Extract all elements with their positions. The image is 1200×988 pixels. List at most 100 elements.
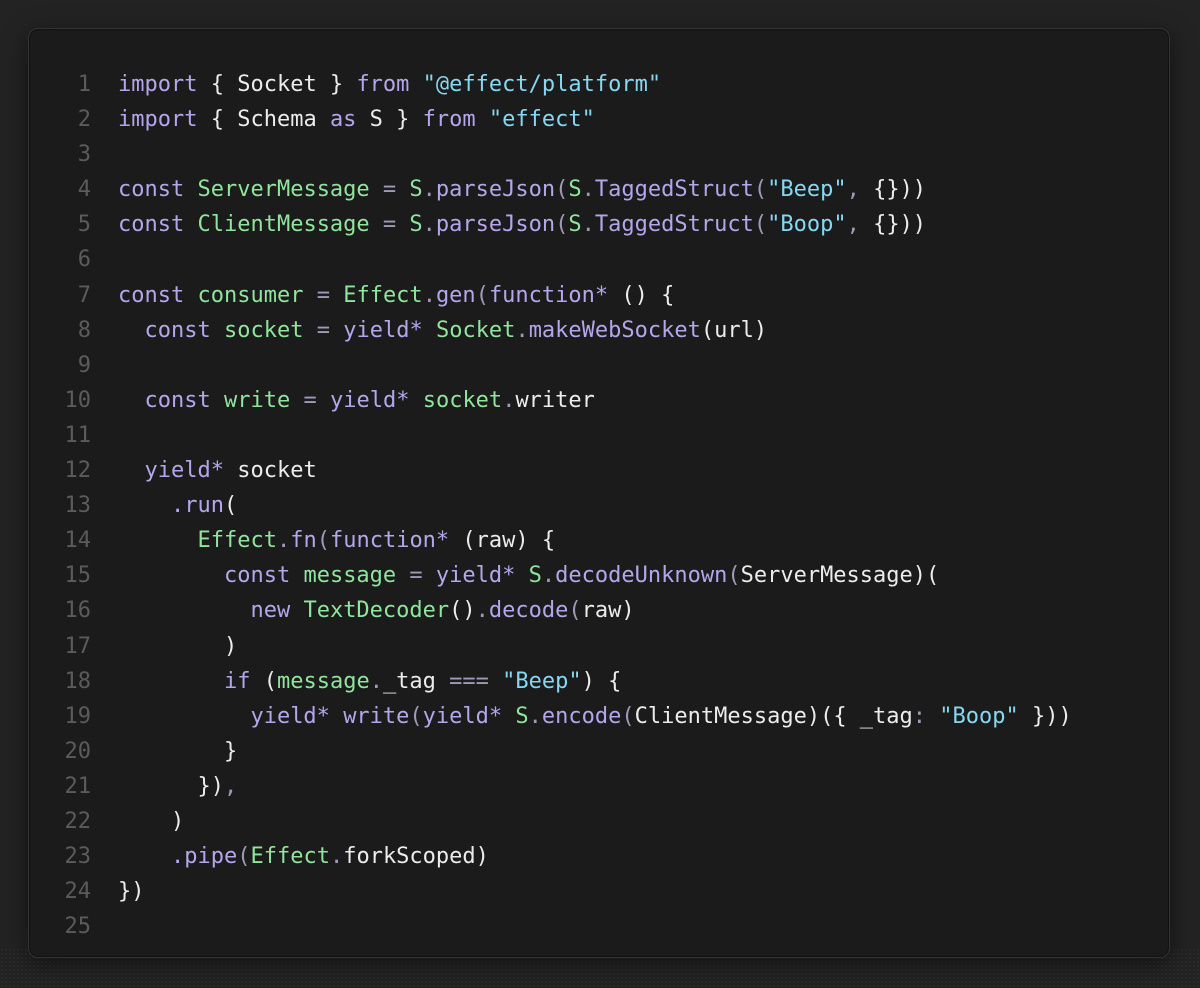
code-token: { Schema — [197, 107, 330, 133]
code-line[interactable]: 10 const write = yield* socket.writer — [29, 383, 1169, 418]
code-line[interactable]: 23 .pipe(Effect.forkScoped) — [29, 839, 1169, 874]
code-line[interactable]: 2 import { Schema as S } from "effect" — [29, 102, 1169, 137]
code-token: ) — [118, 808, 185, 834]
code-line[interactable]: 22 ) — [29, 804, 1169, 839]
code-line[interactable]: 8 const socket = yield* Socket.makeWebSo… — [29, 313, 1169, 348]
line-number: 13 — [64, 493, 92, 519]
code-token: , — [223, 773, 238, 799]
code-line[interactable]: 6 — [29, 242, 1169, 277]
code-line[interactable]: 21 }), — [29, 769, 1169, 804]
code-token: ( — [250, 668, 277, 694]
line-content: new TextDecoder().decode(raw) — [118, 593, 634, 628]
code-token: {})) — [859, 177, 927, 203]
code-line[interactable]: 11 — [29, 418, 1169, 453]
code-token: ( — [475, 282, 489, 308]
code-token: "effect" — [488, 107, 595, 133]
code-token: import — [118, 72, 198, 97]
code-token: = — [303, 387, 317, 413]
code-token: write — [343, 703, 410, 729]
line-number: 4 — [77, 177, 91, 203]
code-line[interactable]: 15 const message = yield* S.decodeUnknow… — [29, 558, 1169, 593]
line-content: const ServerMessage = S.parseJson(S.Tagg… — [118, 172, 926, 207]
code-token: Socket — [435, 317, 516, 343]
line-content: const consumer = Effect.gen(function* ()… — [118, 278, 674, 313]
line-number: 23 — [64, 844, 92, 870]
code-token: = — [316, 317, 330, 343]
code-area[interactable]: 1 import { Socket } from "@effect/platfor… — [29, 67, 1169, 944]
code-line[interactable]: 13 .run( — [29, 488, 1169, 523]
code-line[interactable]: 18 if (message._tag === "Beep") { — [29, 664, 1169, 699]
code-token: as — [329, 107, 357, 133]
line-number: 24 — [64, 879, 92, 905]
code-token: . — [515, 317, 529, 343]
line-content: import { Socket } from "@effect/platform… — [118, 67, 661, 102]
code-line[interactable]: 7 const consumer = Effect.gen(function* (… — [29, 278, 1169, 313]
code-token: { Socket } — [197, 72, 357, 97]
code-line[interactable]: 12 yield* socket — [29, 453, 1169, 488]
code-line[interactable]: 5 const ClientMessage = S.parseJson(S.Tag… — [29, 207, 1169, 242]
line-number: 17 — [64, 633, 92, 659]
code-token: ( — [409, 703, 423, 729]
code-token: function* — [488, 282, 609, 308]
code-line[interactable]: 4 const ServerMessage = S.parseJson(S.Tag… — [29, 172, 1169, 207]
code-line[interactable]: 25 — [29, 909, 1169, 944]
code-token: forkScoped) — [343, 844, 489, 870]
code-token: . — [369, 668, 383, 694]
code-token: , — [846, 177, 860, 203]
code-line[interactable]: 1 import { Socket } from "@effect/platfor… — [29, 67, 1169, 102]
line-number: 21 — [64, 773, 92, 799]
code-token: ) — [118, 633, 238, 659]
line-number: 10 — [64, 387, 92, 413]
code-token: TaggedStruct — [594, 212, 754, 238]
line-content: ) — [118, 629, 237, 664]
code-token: . — [276, 528, 291, 554]
code-token: .pipe — [170, 844, 238, 870]
line-content: } — [118, 734, 237, 769]
code-token: () — [449, 598, 476, 624]
code-line[interactable]: 3 — [29, 137, 1169, 172]
code-line[interactable]: 14 Effect.fn(function* (raw) { — [29, 523, 1169, 558]
code-token: : — [912, 703, 927, 729]
code-token: = — [382, 177, 397, 203]
code-token: yield* — [422, 703, 503, 729]
code-editor[interactable]: 1 import { Socket } from "@effect/platfor… — [28, 28, 1170, 958]
code-token: socket — [223, 317, 304, 343]
code-token: const — [144, 317, 211, 343]
code-line[interactable]: 16 new TextDecoder().decode(raw) — [29, 593, 1169, 628]
line-content: yield* write(yield* S.encode(ClientMessa… — [118, 699, 1071, 734]
code-token: ( — [753, 177, 768, 203]
code-token: from — [422, 107, 476, 133]
code-token: "Boop" — [767, 212, 847, 238]
code-line[interactable]: 20 } — [29, 734, 1169, 769]
code-token: ( — [727, 563, 741, 589]
code-line[interactable]: 9 — [29, 348, 1169, 383]
code-line[interactable]: 19 yield* write(yield* S.encode(ClientMe… — [29, 699, 1169, 734]
code-token: ClientMessage)({ _tag — [634, 703, 913, 729]
code-token: decodeUnknown — [555, 563, 728, 589]
line-number: 14 — [64, 528, 92, 554]
code-token: Effect — [197, 528, 277, 554]
code-token: const — [223, 563, 291, 589]
line-content: yield* socket — [118, 453, 317, 488]
code-line[interactable]: 24}) — [29, 874, 1169, 909]
code-token: fn — [290, 528, 317, 554]
code-token: . — [475, 598, 489, 624]
code-token: . — [422, 177, 436, 203]
code-token: ClientMessage — [197, 212, 370, 238]
line-number: 20 — [64, 738, 92, 764]
code-token: ) { — [581, 668, 622, 694]
code-line[interactable]: 17 ) — [29, 629, 1169, 664]
